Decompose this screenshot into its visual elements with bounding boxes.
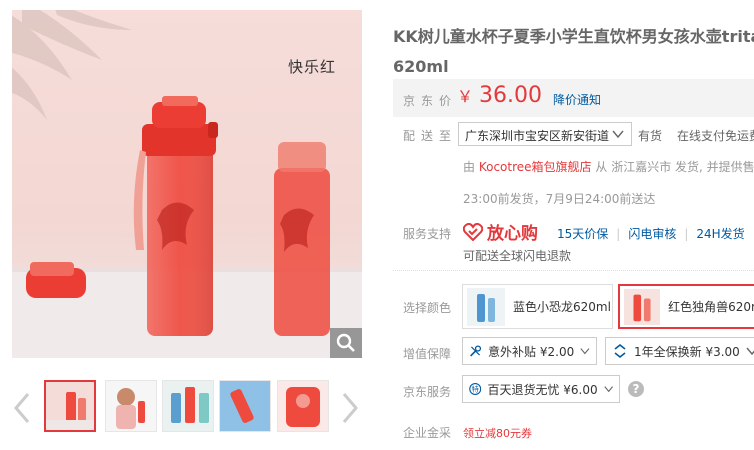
- color-label: 选择颜色: [403, 301, 452, 315]
- help-icon[interactable]: ?: [628, 381, 644, 397]
- thumbnail-2[interactable]: [105, 380, 157, 432]
- price-box: 京东价 ￥ 36.00 降价通知: [393, 79, 754, 117]
- thumbnail-3[interactable]: [162, 380, 214, 432]
- product-title-line1: KK树儿童水杯子夏季小学生直饮杯男女孩水壶tritan: [393, 27, 754, 46]
- swatch-image: [467, 287, 505, 326]
- thumbs-prev-button[interactable]: [8, 386, 36, 430]
- service-link-1[interactable]: 15天价保: [557, 227, 608, 241]
- svg-text:特: 特: [472, 385, 479, 394]
- price-drop-notify-link[interactable]: 降价通知: [553, 91, 601, 108]
- main-product-image[interactable]: 快乐红: [12, 10, 362, 358]
- magnifier-icon: [336, 333, 355, 352]
- replacement-warranty-dropdown[interactable]: 1年全保换新 ¥3.00: [605, 337, 754, 365]
- swatch-image: [624, 288, 661, 325]
- product-title-line2: 620ml: [393, 57, 449, 76]
- fangxingou-badge[interactable]: 放心购: [463, 219, 538, 244]
- coupon-link[interactable]: 领立减80元券: [463, 425, 532, 441]
- vas-label: 增值保障: [403, 347, 452, 361]
- accident-subsidy-dropdown[interactable]: 意外补贴 ¥2.00: [462, 337, 597, 365]
- address-value: 广东深圳市宝安区新安街道: [465, 129, 610, 143]
- thumbnail-4[interactable]: [219, 380, 271, 432]
- service-support-label: 服务支持: [403, 227, 452, 241]
- thumbnail-1[interactable]: [44, 380, 96, 432]
- product-page: 快乐红 KK树儿童水杯子夏季小学生直饮杯男女孩水壶tritan 620ml 京东…: [0, 0, 754, 450]
- chevron-down-icon: [612, 130, 624, 139]
- price-value: ￥ 36.00: [457, 83, 542, 108]
- chevron-right-icon: [342, 393, 358, 423]
- return-guarantee-dropdown[interactable]: 特 百天退货无忧 ¥6.00: [462, 375, 620, 403]
- chevron-left-icon: [14, 393, 30, 423]
- chevron-down-icon: [604, 386, 613, 393]
- stock-status: 有货: [638, 129, 663, 143]
- payment-info: 在线支付免运费: [677, 129, 754, 143]
- vas-option-2: 1年全保换新 ¥3.00: [634, 344, 740, 359]
- heart-icon: [463, 222, 483, 241]
- currency-symbol: ￥: [457, 87, 474, 106]
- jd-service-option: 百天退货无忧 ¥6.00: [487, 382, 598, 397]
- thumbs-next-button[interactable]: [336, 386, 364, 430]
- vas-option-1: 意外补贴 ¥2.00: [488, 344, 575, 359]
- delivery-label: 配送至: [403, 129, 458, 143]
- chevron-down-icon: [580, 348, 590, 355]
- color-option-label: 蓝色小恐龙620ml: [513, 300, 611, 314]
- ship-time: 23:00前发货，7月9日24:00前送达: [463, 192, 656, 206]
- bottles-illustration: [26, 96, 330, 336]
- service-link-2[interactable]: 闪电审核: [628, 227, 676, 241]
- jd-service-label: 京东服务: [403, 385, 452, 399]
- divider: [393, 270, 754, 271]
- product-title: KK树儿童水杯子夏季小学生直饮杯男女孩水壶tritan 620ml: [393, 22, 754, 82]
- address-select[interactable]: 广东深圳市宝安区新安街道: [458, 122, 632, 146]
- seller-info: 由 Kocotree箱包旗舰店 从 浙江嘉兴市 发货, 并提供售后: [463, 160, 754, 174]
- swap-icon: [614, 343, 626, 359]
- flash-refund-note: 可配送全球闪电退款: [463, 249, 572, 263]
- color-option-blue-dino[interactable]: 蓝色小恐龙620ml: [462, 284, 613, 329]
- badge-icon: 特: [469, 382, 482, 396]
- price-amount: 36.00: [479, 83, 542, 108]
- color-option-red-unicorn[interactable]: 红色独角兽620ml: [618, 284, 754, 329]
- service-link-3[interactable]: 24H发货: [696, 227, 744, 241]
- thumbnail-5[interactable]: [277, 380, 329, 432]
- zoom-button[interactable]: [330, 328, 362, 358]
- price-label: 京东价: [403, 94, 458, 108]
- chevron-down-icon: [746, 347, 754, 356]
- service-links: 15天价保 | 闪电审核 | 24H发货: [557, 227, 745, 241]
- wrench-icon: [470, 345, 482, 357]
- shop-name-link[interactable]: Kocotree箱包旗舰店: [479, 160, 592, 174]
- enterprise-label: 企业金采: [403, 426, 452, 440]
- color-option-label: 红色独角兽620ml: [668, 300, 754, 314]
